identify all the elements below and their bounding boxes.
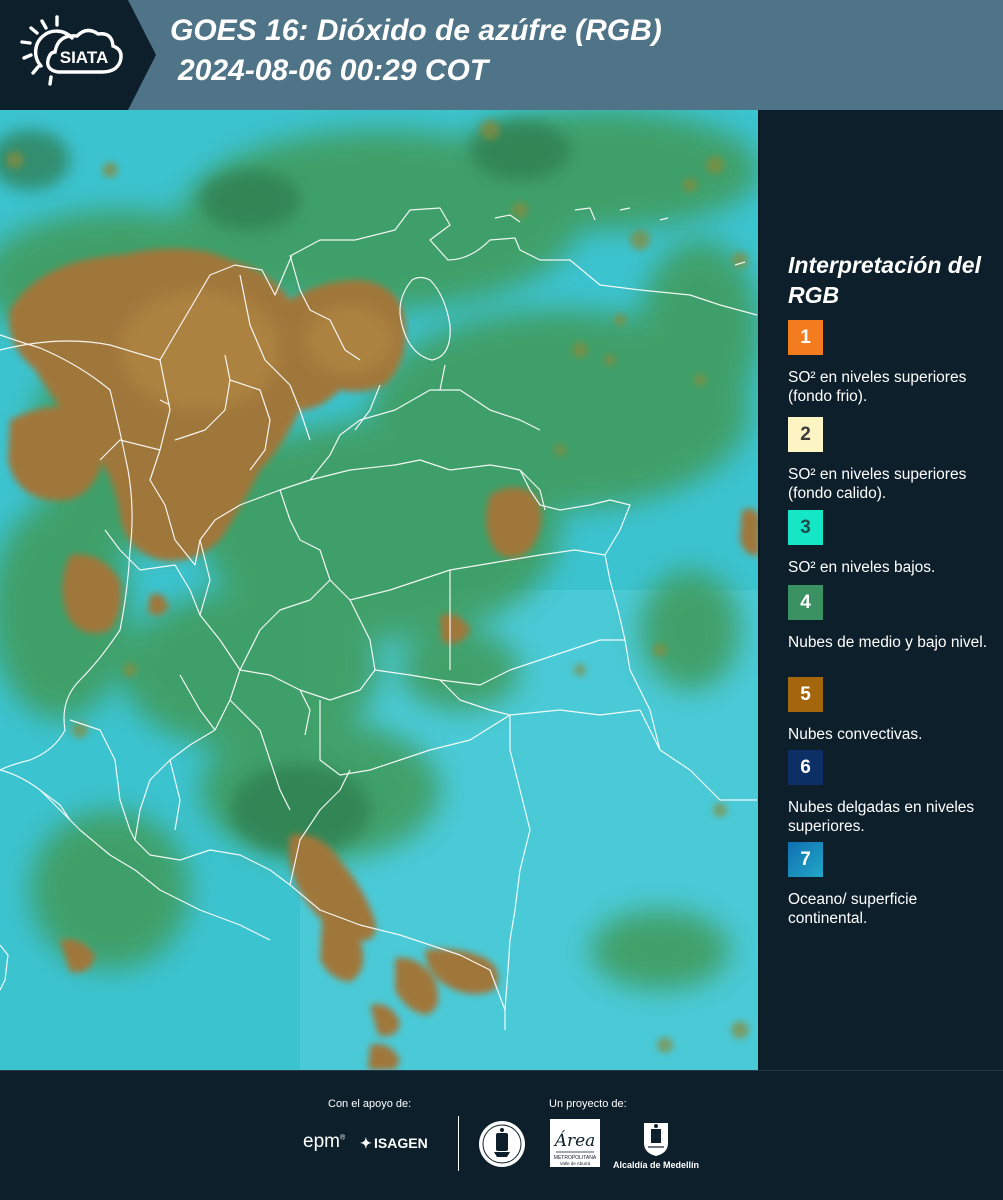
- isagen-icon: ✦: [360, 1135, 372, 1151]
- epm-logo[interactable]: epm®: [303, 1131, 345, 1153]
- isagen-logo[interactable]: ✦ ISAGEN: [360, 1135, 428, 1152]
- legend-item-6: 6 Nubes delgadas en niveles superiores.: [788, 750, 998, 836]
- area-metropolitana-logo[interactable]: Área METROPOLITANA Valle de Aburrá: [550, 1119, 600, 1167]
- legend-swatch-6: 6: [788, 750, 823, 785]
- legend-label-1: SO² en niveles superiores (fondo frio).: [788, 369, 967, 405]
- legend-item-4: 4 Nubes de medio y bajo nivel.: [788, 585, 998, 652]
- project-label: Un proyecto de:: [549, 1098, 627, 1110]
- legend-label-2: SO² en niveles superiores (fondo calido)…: [788, 466, 967, 502]
- legend-item-7: 7 Oceano/ superficie continental.: [788, 842, 998, 928]
- alcaldia-label: Alcaldía de Medellín: [613, 1160, 700, 1170]
- legend-label-3: SO² en niveles bajos.: [788, 559, 936, 576]
- isagen-logo-text: ISAGEN: [374, 1135, 428, 1151]
- legend-label-7: Oceano/ superficie continental.: [788, 891, 918, 927]
- legend-label-5: Nubes convectivas.: [788, 726, 923, 743]
- satellite-map[interactable]: [0, 110, 760, 1070]
- page-title: GOES 16: Dióxido de azúfre (RGB): [170, 14, 662, 47]
- area-caption-2: Valle de Aburrá: [560, 1161, 591, 1166]
- logo-text: SIATA: [60, 48, 108, 67]
- legend-swatch-5: 5: [788, 677, 823, 712]
- svg-text:Área: Área: [553, 1130, 596, 1151]
- epm-logo-text: epm: [303, 1131, 340, 1152]
- legend-label-4: Nubes de medio y bajo nivel.: [788, 634, 988, 651]
- footer-divider: [458, 1116, 459, 1171]
- legend-title: Interpretación del RGB: [788, 252, 981, 308]
- footer: Con el apoyo de: Un proyecto de: epm® ✦ I…: [0, 1070, 1003, 1200]
- alcaldia-crest-icon[interactable]: [642, 1119, 670, 1157]
- legend-swatch-3: 3: [788, 510, 823, 545]
- legend-panel: Interpretación del RGB 1 SO² en niveles …: [760, 110, 1003, 1070]
- legend-item-5: 5 Nubes convectivas.: [788, 677, 998, 744]
- header-bar: SIATA GOES 16: Dióxido de azúfre (RGB) 2…: [0, 0, 1003, 110]
- legend-item-1: 1 SO² en niveles superiores (fondo frio)…: [788, 320, 998, 406]
- siata-logo[interactable]: SIATA: [0, 0, 156, 110]
- legend-swatch-1: 1: [788, 320, 823, 355]
- timestamp: 2024-08-06 00:29 COT: [178, 54, 489, 87]
- legend-swatch-2: 2: [788, 417, 823, 452]
- legend-label-6: Nubes delgadas en niveles superiores.: [788, 799, 975, 835]
- support-label: Con el apoyo de:: [328, 1098, 412, 1110]
- legend-swatch-7: 7: [788, 842, 823, 877]
- legend-item-2: 2 SO² en niveles superiores (fondo calid…: [788, 417, 998, 503]
- legend-swatch-4: 4: [788, 585, 823, 620]
- legend-item-3: 3 SO² en niveles bajos.: [788, 510, 998, 577]
- university-seal-icon[interactable]: [477, 1119, 527, 1169]
